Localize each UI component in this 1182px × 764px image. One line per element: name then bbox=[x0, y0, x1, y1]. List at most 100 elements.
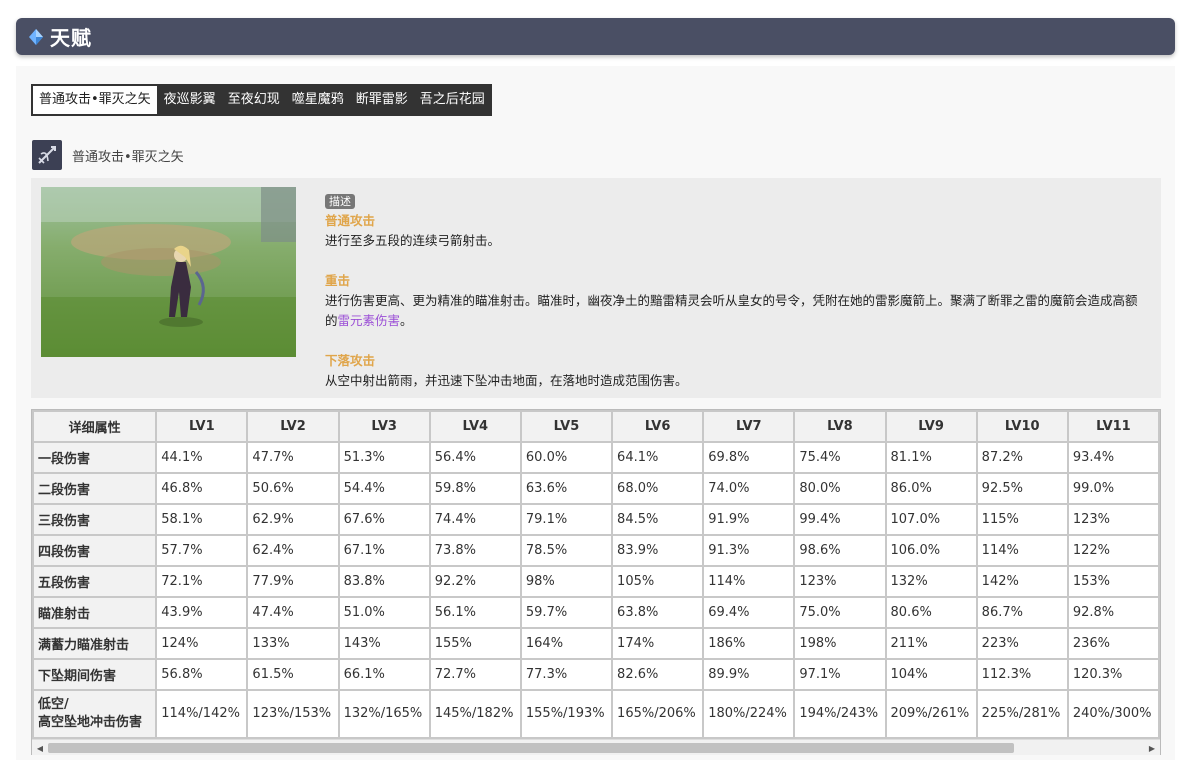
bow-arrows-icon bbox=[32, 140, 62, 170]
table-row: 二段伤害 46.8% 50.6% 54.4% 59.8% 63.6% 68.0% 74.0% 8… bbox=[32, 472, 1160, 505]
plunging-attack-title: 下落攻击 bbox=[325, 353, 376, 368]
table-cell: 124% bbox=[155, 627, 249, 660]
table-header-cell: 详细属性 bbox=[32, 410, 158, 443]
table-cell: 69.8% bbox=[702, 441, 796, 474]
section-header: 天赋 bbox=[16, 18, 1175, 55]
table-cell: 123% bbox=[1066, 503, 1160, 536]
table-cell: 114% bbox=[702, 565, 796, 598]
tab-nightrider[interactable]: 夜巡影翼 bbox=[158, 85, 222, 115]
tab-stormy-judgment[interactable]: 断罪雷影 bbox=[350, 85, 414, 115]
row-label: 二段伤害 bbox=[32, 472, 158, 505]
normal-attack-title: 普通攻击 bbox=[325, 213, 376, 228]
table-cell: 114% bbox=[975, 534, 1069, 567]
row-label: 四段伤害 bbox=[32, 534, 158, 567]
tab-my-garden[interactable]: 吾之后花园 bbox=[414, 85, 491, 115]
scrollbar-thumb[interactable] bbox=[48, 743, 1014, 753]
table-cell: 69.4% bbox=[702, 596, 796, 629]
table-cell: 81.1% bbox=[884, 441, 978, 474]
row-label: 一段伤害 bbox=[32, 441, 158, 474]
table-cell: 98.6% bbox=[793, 534, 887, 567]
table-cell: 78.5% bbox=[519, 534, 614, 567]
table-cell: 153% bbox=[1066, 565, 1160, 598]
row-label: 满蓄力瞄准射击 bbox=[32, 627, 158, 660]
tab-normal-attack[interactable]: 普通攻击•罪灭之矢 bbox=[32, 85, 158, 115]
section-title: 天赋 bbox=[50, 26, 92, 50]
table-cell: 47.4% bbox=[246, 596, 340, 629]
table-cell: 155%/193% bbox=[519, 689, 614, 739]
table-cell: 50.6% bbox=[246, 472, 340, 505]
table-cell: 165%/206% bbox=[611, 689, 705, 739]
table-cell: 99.0% bbox=[1066, 472, 1160, 505]
table-cell: 194%/243% bbox=[793, 689, 887, 739]
table-cell: 180%/224% bbox=[702, 689, 796, 739]
table-header-cell: LV5 bbox=[519, 410, 614, 443]
tab-midnight-phantasmagoria[interactable]: 至夜幻现 bbox=[222, 85, 286, 115]
table-header-cell: LV11 bbox=[1066, 410, 1160, 443]
scroll-right-icon[interactable]: ▶ bbox=[1144, 740, 1160, 756]
table-cell: 123%/153% bbox=[246, 689, 340, 739]
table-cell: 174% bbox=[611, 627, 705, 660]
row-label: 瞄准射击 bbox=[32, 596, 158, 629]
talent-scaling-table[interactable]: 详细属性 LV1 LV2 LV3 LV4 LV5 LV6 LV7 LV8 LV9… bbox=[31, 409, 1161, 755]
table-cell: 92.2% bbox=[428, 565, 522, 598]
table-row: 四段伤害 57.7% 62.4% 67.1% 73.8% 78.5% 83.9% 91.3% 9… bbox=[32, 534, 1160, 567]
table-cell: 56.4% bbox=[428, 441, 522, 474]
table-header-cell: LV3 bbox=[337, 410, 431, 443]
table-cell: 83.8% bbox=[337, 565, 431, 598]
table-cell: 60.0% bbox=[519, 441, 614, 474]
table-cell: 44.1% bbox=[155, 441, 249, 474]
table-cell: 86.7% bbox=[975, 596, 1069, 629]
table-header-cell: LV2 bbox=[246, 410, 340, 443]
row-label: 三段伤害 bbox=[32, 503, 158, 536]
table-row: 满蓄力瞄准射击 124% 133% 143% 155% 164% 174% 186% 198% 2… bbox=[32, 627, 1160, 660]
normal-attack-text: 进行至多五段的连续弓箭射击。 bbox=[325, 233, 501, 248]
table-header-row: 详细属性 LV1 LV2 LV3 LV4 LV5 LV6 LV7 LV8 LV9… bbox=[32, 410, 1160, 443]
table-row: 一段伤害 44.1% 47.7% 51.3% 56.4% 60.0% 64.1% 69.8% 7… bbox=[32, 441, 1160, 474]
table-cell: 143% bbox=[337, 627, 431, 660]
table-cell: 63.8% bbox=[611, 596, 705, 629]
table-cell: 75.0% bbox=[793, 596, 887, 629]
table-cell: 67.1% bbox=[337, 534, 431, 567]
table-header-cell: LV9 bbox=[884, 410, 978, 443]
table-cell: 142% bbox=[975, 565, 1069, 598]
table-cell: 77.9% bbox=[246, 565, 340, 598]
horizontal-scrollbar[interactable]: ◀ ▶ bbox=[32, 739, 1160, 755]
table-header-cell: LV1 bbox=[155, 410, 249, 443]
table-cell: 72.1% bbox=[155, 565, 249, 598]
charged-attack-title: 重击 bbox=[325, 273, 351, 288]
table-cell: 107.0% bbox=[884, 503, 978, 536]
scroll-left-icon[interactable]: ◀ bbox=[32, 740, 48, 756]
table-cell: 43.9% bbox=[155, 596, 249, 629]
table-cell: 51.3% bbox=[337, 441, 431, 474]
table-cell: 46.8% bbox=[155, 472, 249, 505]
table-cell: 77.3% bbox=[519, 658, 614, 691]
table-cell: 73.8% bbox=[428, 534, 522, 567]
table-cell: 225%/281% bbox=[975, 689, 1069, 739]
table-cell: 99.4% bbox=[793, 503, 887, 536]
table-cell: 80.6% bbox=[884, 596, 978, 629]
charged-attack-text: 进行伤害更高、更为精准的瞄准射击。瞄准时，幽夜净土的黯雷精灵会听从皇女的号令，凭… bbox=[325, 293, 1138, 328]
row-label: 低空/高空坠地冲击伤害 bbox=[32, 689, 158, 739]
table-cell: 105% bbox=[611, 565, 705, 598]
table-cell: 145%/182% bbox=[428, 689, 522, 739]
table-cell: 63.6% bbox=[519, 472, 614, 505]
table-row: 下坠期间伤害 56.8% 61.5% 66.1% 72.7% 77.3% 82.6% 89.9… bbox=[32, 658, 1160, 691]
electro-dmg-keyword: 雷元素伤害 bbox=[337, 313, 401, 328]
table-header-cell: LV6 bbox=[611, 410, 705, 443]
table-row: 三段伤害 58.1% 62.9% 67.6% 74.4% 79.1% 84.5% 91.9% 9… bbox=[32, 503, 1160, 536]
table-cell: 86.0% bbox=[884, 472, 978, 505]
table-cell: 98% bbox=[519, 565, 614, 598]
table-cell: 91.9% bbox=[702, 503, 796, 536]
table-cell: 67.6% bbox=[337, 503, 431, 536]
table-cell: 56.1% bbox=[428, 596, 522, 629]
skill-name: 普通攻击•罪灭之矢 bbox=[72, 149, 184, 165]
table-row: 低空/高空坠地冲击伤害 114%/142% 123%/153% 132%/165… bbox=[32, 689, 1160, 739]
table-cell: 106.0% bbox=[884, 534, 978, 567]
table-cell: 132% bbox=[884, 565, 978, 598]
table-cell: 133% bbox=[246, 627, 340, 660]
table-cell: 82.6% bbox=[611, 658, 705, 691]
table-cell: 211% bbox=[884, 627, 978, 660]
tab-star-devourer[interactable]: 噬星魔鸦 bbox=[286, 85, 350, 115]
table-cell: 80.0% bbox=[793, 472, 887, 505]
table-cell: 240%/300% bbox=[1066, 689, 1160, 739]
